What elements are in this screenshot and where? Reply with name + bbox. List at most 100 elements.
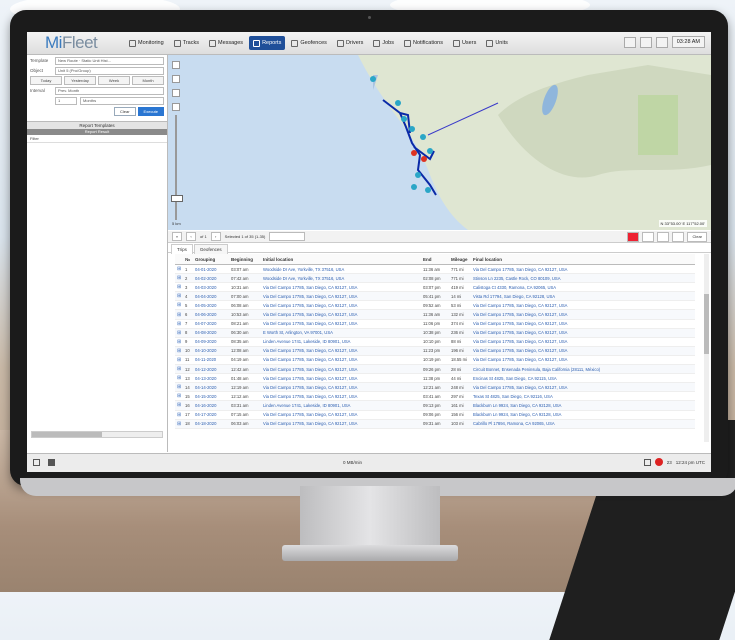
table-row[interactable]: ⊞ 14 04-14-2020 12:19 am Via Del Campo 17785… (175, 382, 695, 393)
period-yesterday-button[interactable]: Yesterday (64, 76, 96, 85)
cell-final-location[interactable]: Via Del Campo 17785, San Diego, CA 92127… (471, 264, 695, 275)
table-row[interactable]: ⊞ 16 04-16-2020 03:31 am Linden Avenue 1741,… (175, 400, 695, 411)
cell-final-location[interactable]: Via Del Campo 17785, San Diego, CA 92127… (471, 346, 695, 356)
cell-final-location[interactable]: Via Del Campo 17785, San Diego, CA 92127… (471, 309, 695, 320)
cell-initial-location[interactable]: Via Del Campo 17785, San Diego, CA 92127… (261, 373, 421, 384)
table-row[interactable]: ⊞ 7 04-07-2020 08:21 am Via Del Campo 17785,… (175, 319, 695, 329)
cell-initial-location[interactable]: Via Del Campo 17785, San Diego, CA 92127… (261, 319, 421, 329)
col-grouping[interactable]: Grouping (193, 254, 229, 265)
map-view[interactable]: 5 km N 33°53.00' E 117°52.00' (168, 55, 711, 230)
cell-initial-location[interactable]: Via Del Campo 17785, San Diego, CA 92127… (261, 410, 421, 420)
row-expand-icon[interactable]: ⊞ (175, 273, 183, 284)
nav-units[interactable]: Units (482, 36, 512, 50)
sound-icon[interactable] (643, 458, 651, 466)
table-row[interactable]: ⊞ 18 04-18-2020 06:03 am Via Del Campo 17785… (175, 419, 695, 429)
execute-button[interactable]: Execute (137, 107, 164, 116)
cell-initial-location[interactable]: Via Del Campo 17785, San Diego, CA 92127… (261, 391, 421, 402)
row-expand-icon[interactable]: ⊞ (175, 400, 183, 411)
cell-final-location[interactable]: Cabrillo Pl 17894, Ramona, CA 92065, USA (471, 419, 695, 429)
cell-final-location[interactable]: Blackburn Ln 9924, San Diego, CA 92128, … (471, 400, 695, 411)
interval-select[interactable]: Prev. Month (55, 86, 164, 95)
col-end[interactable]: End (421, 254, 449, 265)
col-mileage[interactable]: Mileage (449, 254, 471, 265)
apps-icon[interactable] (623, 36, 636, 48)
nav-monitoring[interactable]: Monitoring (125, 36, 168, 50)
object-select[interactable]: Unit 5 (Pro/Group) (55, 66, 164, 75)
row-expand-icon[interactable]: ⊞ (175, 364, 183, 375)
period-month-button[interactable]: Month (132, 76, 164, 85)
cell-final-location[interactable]: Via Del Campo 17785, San Diego, CA 92127… (471, 319, 695, 329)
cell-final-location[interactable]: Blackburn Ln 9924, San Diego, CA 92128, … (471, 410, 695, 420)
cell-initial-location[interactable]: Linden Avenue 1741, Lakeside, ID 80901, … (261, 400, 421, 411)
clear-report-button[interactable]: Clear (687, 231, 707, 242)
cell-final-location[interactable]: Circuit Bonnet, Ensenada Peninsula, Baja… (471, 364, 695, 375)
table-row[interactable]: ⊞ 9 04-09-2020 08:35 am Linden Avenue 1741, … (175, 337, 695, 347)
table-row[interactable]: ⊞ 8 04-08-2020 06:30 am E Worth St, Arlingto… (175, 328, 695, 338)
cell-final-location[interactable]: Via Del Campo 17785, San Diego, CA 92127… (471, 337, 695, 347)
filter-field[interactable]: Filter (27, 135, 167, 143)
pdf-export-icon[interactable] (627, 231, 640, 242)
zoom-in-icon[interactable] (172, 103, 180, 111)
table-row[interactable]: ⊞ 13 04-13-2020 01:48 am Via Del Campo 17785… (175, 373, 695, 384)
table-row[interactable]: ⊞ 6 04-06-2020 10:53 am Via Del Campo 17785,… (175, 309, 695, 320)
grid-toggle-icon[interactable] (48, 459, 55, 466)
cell-final-location[interactable]: Calistoga Ct 4330, Ramona, CA 92065, USA (471, 282, 695, 293)
row-expand-icon[interactable]: ⊞ (175, 319, 183, 329)
row-expand-icon[interactable]: ⊞ (175, 282, 183, 293)
row-expand-icon[interactable]: ⊞ (175, 337, 183, 347)
cell-initial-location[interactable]: Via Del Campo 17785, San Diego, CA 92127… (261, 282, 421, 293)
cell-final-location[interactable]: Via Del Campo 17785, San Diego, CA 92127… (471, 355, 695, 366)
row-expand-icon[interactable]: ⊞ (175, 309, 183, 320)
unit-select[interactable]: Months (80, 96, 164, 105)
cell-initial-location[interactable]: Via Del Campo 17785, San Diego, CA 92127… (261, 300, 421, 311)
zoom-slider-knob[interactable] (171, 195, 183, 202)
cell-final-location[interactable]: Texas St 4825, San Diego, CA 92116, USA (471, 391, 695, 402)
row-expand-icon[interactable]: ⊞ (175, 373, 183, 384)
cell-final-location[interactable]: Via Del Campo 17785, San Diego, CA 92127… (471, 382, 695, 393)
rows-per-page-select[interactable] (269, 232, 306, 241)
row-expand-icon[interactable]: ⊞ (175, 382, 183, 393)
cell-initial-location[interactable]: Via Del Campo 17785, San Diego, CA 92127… (261, 419, 421, 429)
print-icon[interactable] (657, 231, 670, 242)
excel-export-icon[interactable] (642, 231, 655, 242)
row-expand-icon[interactable]: ⊞ (175, 291, 183, 302)
clear-button[interactable]: Clear (113, 107, 136, 116)
row-expand-icon[interactable]: ⊞ (175, 328, 183, 338)
cell-initial-location[interactable]: Via Del Campo 17785, San Diego, CA 92127… (261, 291, 421, 302)
count-input[interactable]: 1 (55, 96, 77, 105)
table-row[interactable]: ⊞ 11 04-11-2020 04:19 am Via Del Campo 17785… (175, 355, 695, 366)
table-row[interactable]: ⊞ 15 04-15-2020 12:12 am Via Del Campo 17785… (175, 391, 695, 402)
table-row[interactable]: ⊞ 5 04-05-2020 06:08 am Via Del Campo 17785,… (175, 300, 695, 311)
vertical-scrollbar[interactable] (704, 254, 709, 442)
nav-jobs[interactable]: Jobs (369, 36, 398, 50)
first-page-button[interactable]: « (172, 232, 182, 241)
settings-icon[interactable] (672, 231, 685, 242)
table-row[interactable]: ⊞ 4 04-04-2020 07:00 am Via Del Campo 17785,… (175, 291, 695, 302)
map-layers-icon[interactable] (172, 75, 180, 83)
row-expand-icon[interactable]: ⊞ (175, 391, 183, 402)
panel-toggle-icon[interactable] (33, 459, 40, 466)
period-week-button[interactable]: Week (98, 76, 130, 85)
tab-geofences[interactable]: Geofences (193, 244, 228, 254)
cell-initial-location[interactable]: E Worth St, Arlington, VA 97001, USA (261, 328, 421, 338)
map-home-icon[interactable] (172, 89, 180, 97)
table-row[interactable]: ⊞ 1 04-01-2020 03:07 am Woodside Dr Ave, Yor… (175, 264, 695, 275)
row-expand-icon[interactable]: ⊞ (175, 355, 183, 366)
cell-final-location[interactable]: Vista Rd 17794, San Diego, CA 92128, USA (471, 291, 695, 302)
template-select[interactable]: New Route · Static Unit Hist... (55, 56, 164, 65)
cell-final-location[interactable]: Stinson Ln 2235, Castle Rock, CO 80109, … (471, 273, 695, 284)
tab-trips[interactable]: Trips (171, 244, 193, 254)
col-number[interactable]: № (183, 254, 193, 265)
cell-initial-location[interactable]: Woodside Dr Ave, Yorkville, TX 37516, US… (261, 273, 421, 284)
col-beginning[interactable]: Beginning (229, 254, 261, 265)
zoom-slider[interactable] (175, 115, 177, 220)
horizontal-scrollbar[interactable] (31, 431, 163, 438)
scrollbar-thumb[interactable] (32, 432, 102, 437)
cell-initial-location[interactable]: Via Del Campo 17785, San Diego, CA 92127… (261, 355, 421, 366)
col-final-location[interactable]: Final location (471, 254, 695, 265)
cell-final-location[interactable]: Encinas St 4825, San Diego, CA 92115, US… (471, 373, 695, 384)
cell-final-location[interactable]: Via Del Campo 17785, San Diego, CA 92127… (471, 300, 695, 311)
prev-page-button[interactable]: ‹ (186, 232, 196, 241)
table-row[interactable]: ⊞ 2 04-02-2020 07:42 am Woodside Dr Ave, Yor… (175, 273, 695, 284)
help-icon[interactable] (655, 36, 668, 48)
